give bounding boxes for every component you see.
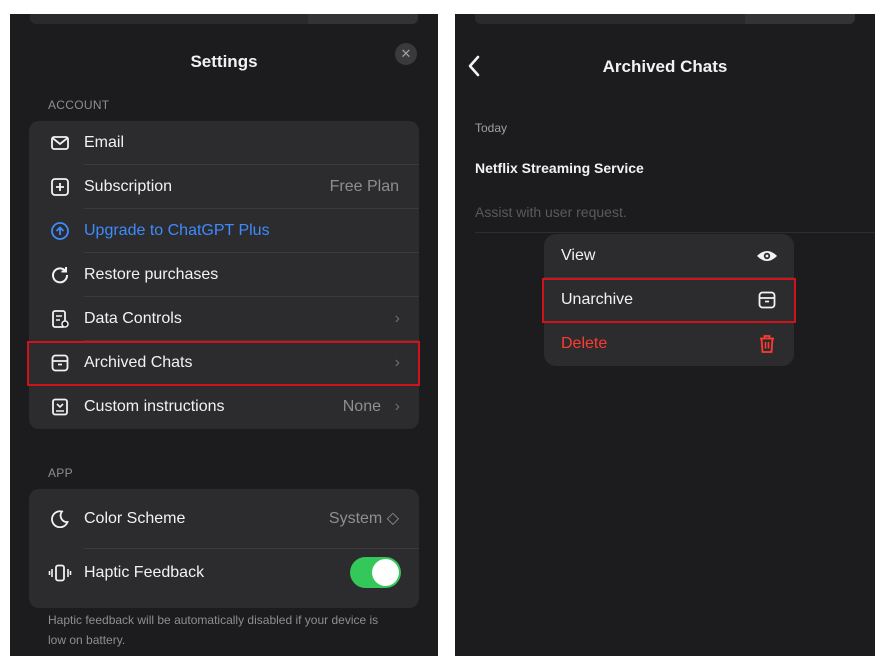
subscription-value: Free Plan [329, 178, 399, 195]
chat-divider [475, 232, 875, 233]
eye-icon [756, 246, 778, 266]
unarchive-box-icon [756, 290, 778, 310]
haptic-footnote: Haptic feedback will be automatically di… [48, 613, 379, 647]
app-section-label: APP [48, 466, 73, 480]
background-sheet-strip [475, 14, 855, 24]
haptic-feedback-toggle[interactable] [350, 557, 401, 588]
settings-title: Settings [190, 52, 258, 71]
archive-box-icon [50, 353, 70, 373]
settings-sheet: Settings ✕ ACCOUNT Email Subscription Fr… [10, 24, 438, 656]
custom-instructions-row[interactable]: Custom instructions None › [29, 385, 419, 429]
archived-chats-label: Archived Chats [84, 354, 193, 371]
plus-square-icon [50, 177, 70, 197]
account-section-label: ACCOUNT [48, 98, 110, 112]
chevron-right-icon: › [394, 398, 400, 415]
archived-chats-sheet: Archived Chats Today Netflix Streaming S… [455, 24, 875, 656]
settings-panel: Settings ✕ ACCOUNT Email Subscription Fr… [10, 14, 438, 656]
upgrade-label: Upgrade to ChatGPT Plus [84, 222, 270, 239]
account-group: Email Subscription Free Plan Upgrade to … [29, 121, 419, 429]
chevron-right-icon: › [394, 354, 400, 371]
menu-item-view-label: View [561, 247, 596, 264]
background-sheet-strip [30, 14, 418, 24]
instructions-icon [50, 397, 70, 417]
upgrade-arrow-icon [50, 221, 70, 241]
menu-item-unarchive[interactable]: Unarchive [544, 278, 794, 322]
upgrade-row[interactable]: Upgrade to ChatGPT Plus [29, 209, 419, 253]
archived-chats-title: Archived Chats [602, 57, 728, 76]
color-scheme-value[interactable]: System ◇ [329, 489, 399, 549]
haptic-icon [47, 563, 73, 583]
toggle-knob [372, 559, 399, 586]
data-controls-icon [50, 309, 70, 329]
close-button[interactable]: ✕ [395, 43, 417, 65]
chat-title[interactable]: Netflix Streaming Service [475, 160, 644, 176]
haptic-feedback-label: Haptic Feedback [84, 564, 205, 581]
email-label: Email [84, 134, 125, 151]
restore-purchases-row[interactable]: Restore purchases [29, 253, 419, 297]
archived-chats-panel: Archived Chats Today Netflix Streaming S… [455, 14, 875, 656]
menu-item-delete[interactable]: Delete [544, 322, 794, 366]
restore-icon [50, 265, 70, 285]
custom-instructions-label: Custom instructions [84, 398, 225, 415]
data-controls-label: Data Controls [84, 310, 182, 327]
haptic-feedback-row: Haptic Feedback [29, 549, 419, 596]
app-group: Color Scheme System ◇ Haptic Feedback [29, 489, 419, 608]
data-controls-row[interactable]: Data Controls › [29, 297, 419, 341]
menu-item-unarchive-label: Unarchive [561, 291, 634, 308]
restore-purchases-label: Restore purchases [84, 266, 219, 283]
envelope-icon [50, 133, 70, 153]
chat-subtitle: Assist with user request. [475, 204, 627, 220]
subscription-row[interactable]: Subscription Free Plan [29, 165, 419, 209]
custom-instructions-value: None [342, 398, 381, 415]
context-menu: View Unarchive Delete [544, 234, 794, 366]
email-row[interactable]: Email [29, 121, 419, 165]
today-group-label: Today [475, 121, 508, 135]
moon-icon [50, 509, 70, 529]
menu-item-view[interactable]: View [544, 234, 794, 278]
color-scheme-row[interactable]: Color Scheme System ◇ [29, 489, 419, 549]
chevron-right-icon: › [394, 310, 400, 327]
archived-chats-row[interactable]: Archived Chats › [29, 341, 419, 385]
menu-item-delete-label: Delete [561, 335, 608, 352]
trash-icon [756, 334, 778, 354]
subscription-label: Subscription [84, 178, 173, 195]
color-scheme-label: Color Scheme [84, 510, 186, 527]
close-icon: ✕ [400, 46, 412, 61]
